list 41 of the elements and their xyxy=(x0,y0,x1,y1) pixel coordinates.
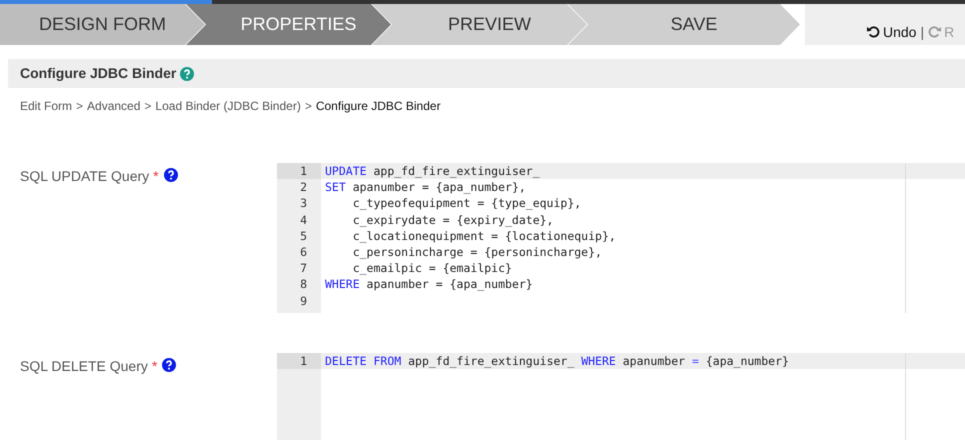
line-number: 4 xyxy=(299,212,308,228)
undo-icon xyxy=(867,25,880,38)
breadcrumb-separator: > xyxy=(76,98,84,115)
step-tab[interactable]: DESIGN FORM xyxy=(0,4,205,45)
step-tab[interactable]: SAVE xyxy=(568,4,800,45)
line-number: 2 xyxy=(299,179,308,196)
code-line: SET apanumber = {apa_number}, xyxy=(324,179,527,196)
code-line: WHERE apanumber = {apa_number} xyxy=(324,276,534,292)
code-line: c_locationequipment = {locationequip}, xyxy=(352,228,617,244)
line-number: 1 xyxy=(277,163,321,180)
breadcrumb-separator: > xyxy=(304,98,312,115)
line-number: 1 xyxy=(277,353,321,370)
panel-title: Configure JDBC Binder xyxy=(20,64,176,83)
code-line: c_typeofequipment = {type_equip}, xyxy=(352,195,582,212)
breadcrumb-link[interactable]: Advanced xyxy=(87,97,140,115)
breadcrumb-separator: > xyxy=(144,98,152,115)
field-label: SQL UPDATE Query xyxy=(20,168,150,184)
help-icon[interactable] xyxy=(164,168,178,182)
breadcrumb-link[interactable]: Edit Form xyxy=(20,97,72,115)
breadcrumb-link[interactable]: Load Binder (JDBC Binder) xyxy=(155,97,301,115)
code-editor[interactable] xyxy=(277,163,965,313)
breadcrumb-current: Configure JDBC Binder xyxy=(316,98,441,115)
code-line: c_expirydate = {expiry_date}, xyxy=(352,212,554,228)
line-number: 3 xyxy=(299,195,308,212)
code-line: c_personincharge = {personincharge}, xyxy=(352,244,603,260)
redo-icon xyxy=(928,25,942,38)
code-line: c_emailpic = {emailpic} xyxy=(352,260,513,276)
undo-button[interactable]: Undo xyxy=(867,24,916,40)
help-icon[interactable] xyxy=(162,358,176,372)
step-tab[interactable]: PROPERTIES xyxy=(186,4,391,45)
line-number: 7 xyxy=(299,260,308,276)
code-editor[interactable]: 1 DELETE FROM app_fd_fire_extinguiser_ WHERE apanumber = {apa_number} xyxy=(277,353,965,440)
field-label: SQL DELETE Query xyxy=(20,358,148,374)
line-number: 5 xyxy=(299,228,308,244)
required-mark: * xyxy=(152,358,158,374)
step-tab[interactable]: PREVIEW xyxy=(372,4,587,45)
separator-text: | xyxy=(920,24,924,40)
required-mark: * xyxy=(153,168,159,184)
line-number: 9 xyxy=(299,292,308,309)
line-number: 6 xyxy=(299,244,308,260)
line-number: 8 xyxy=(299,276,308,292)
